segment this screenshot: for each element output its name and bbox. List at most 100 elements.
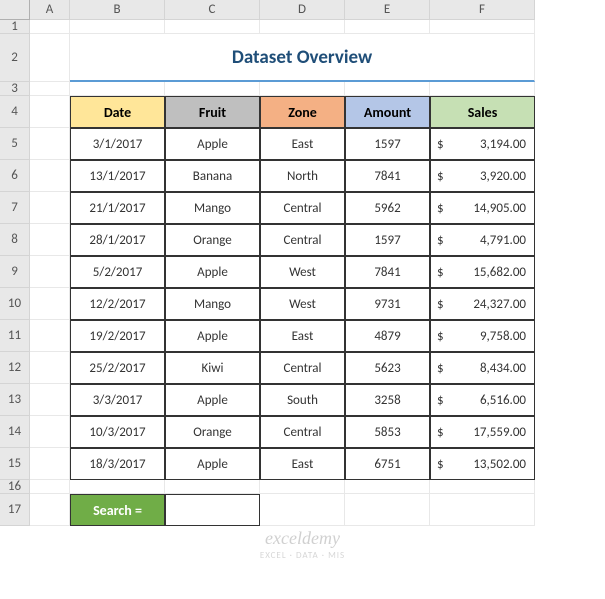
row-header[interactable]: 12 xyxy=(0,352,30,384)
cell-zone[interactable]: West xyxy=(260,256,345,288)
row-header[interactable]: 15 xyxy=(0,448,30,480)
empty-cell[interactable] xyxy=(260,494,345,526)
empty-cell[interactable] xyxy=(30,416,70,448)
empty-cell[interactable] xyxy=(345,494,430,526)
empty-cell[interactable] xyxy=(430,494,535,526)
row-header[interactable]: 3 xyxy=(0,82,30,96)
cell-sales[interactable]: $13,502.00 xyxy=(430,448,535,480)
row-header[interactable]: 1 xyxy=(0,20,30,34)
row-header[interactable]: 13 xyxy=(0,384,30,416)
cell-sales[interactable]: $15,682.00 xyxy=(430,256,535,288)
cell-amount[interactable]: 1597 xyxy=(345,224,430,256)
empty-cell[interactable] xyxy=(30,192,70,224)
cell-sales[interactable]: $3,194.00 xyxy=(430,128,535,160)
cell-date[interactable]: 19/2/2017 xyxy=(70,320,165,352)
cell-fruit[interactable]: Apple xyxy=(165,256,260,288)
table-header-amount[interactable]: Amount xyxy=(345,96,430,128)
row-header[interactable]: 6 xyxy=(0,160,30,192)
empty-cell[interactable] xyxy=(30,320,70,352)
cell-date[interactable]: 3/3/2017 xyxy=(70,384,165,416)
empty-cell[interactable] xyxy=(345,480,430,494)
cell-zone[interactable]: Central xyxy=(260,224,345,256)
empty-cell[interactable] xyxy=(30,96,70,128)
row-header[interactable]: 5 xyxy=(0,128,30,160)
empty-cell[interactable] xyxy=(30,160,70,192)
column-header[interactable]: F xyxy=(430,0,535,20)
cell-date[interactable]: 5/2/2017 xyxy=(70,256,165,288)
column-header[interactable]: B xyxy=(70,0,165,20)
empty-cell[interactable] xyxy=(430,82,535,96)
cell-sales[interactable]: $6,516.00 xyxy=(430,384,535,416)
empty-cell[interactable] xyxy=(30,128,70,160)
empty-cell[interactable] xyxy=(165,82,260,96)
empty-cell[interactable] xyxy=(30,384,70,416)
column-header[interactable]: D xyxy=(260,0,345,20)
empty-cell[interactable] xyxy=(30,448,70,480)
empty-cell[interactable] xyxy=(30,34,70,82)
cell-amount[interactable]: 5853 xyxy=(345,416,430,448)
cell-sales[interactable]: $24,327.00 xyxy=(430,288,535,320)
cell-fruit[interactable]: Orange xyxy=(165,416,260,448)
empty-cell[interactable] xyxy=(30,288,70,320)
cell-zone[interactable]: East xyxy=(260,320,345,352)
cell-fruit[interactable]: Mango xyxy=(165,192,260,224)
empty-cell[interactable] xyxy=(30,82,70,96)
cell-sales[interactable]: $9,758.00 xyxy=(430,320,535,352)
cell-amount[interactable]: 7841 xyxy=(345,160,430,192)
empty-cell[interactable] xyxy=(30,480,70,494)
cell-zone[interactable]: South xyxy=(260,384,345,416)
row-header[interactable]: 2 xyxy=(0,34,30,82)
empty-cell[interactable] xyxy=(30,352,70,384)
cell-fruit[interactable]: Apple xyxy=(165,320,260,352)
cell-fruit[interactable]: Orange xyxy=(165,224,260,256)
cell-amount[interactable]: 1597 xyxy=(345,128,430,160)
select-all-corner[interactable] xyxy=(0,0,30,20)
empty-cell[interactable] xyxy=(345,20,430,34)
table-header-fruit[interactable]: Fruit xyxy=(165,96,260,128)
cell-amount[interactable]: 7841 xyxy=(345,256,430,288)
cell-fruit[interactable]: Banana xyxy=(165,160,260,192)
cell-date[interactable]: 12/2/2017 xyxy=(70,288,165,320)
row-header[interactable]: 9 xyxy=(0,256,30,288)
cell-amount[interactable]: 3258 xyxy=(345,384,430,416)
cell-date[interactable]: 18/3/2017 xyxy=(70,448,165,480)
cell-amount[interactable]: 5962 xyxy=(345,192,430,224)
cell-zone[interactable]: Central xyxy=(260,352,345,384)
cell-sales[interactable]: $3,920.00 xyxy=(430,160,535,192)
empty-cell[interactable] xyxy=(30,494,70,526)
empty-cell[interactable] xyxy=(165,20,260,34)
row-header[interactable]: 8 xyxy=(0,224,30,256)
row-header[interactable]: 11 xyxy=(0,320,30,352)
cell-date[interactable]: 25/2/2017 xyxy=(70,352,165,384)
cell-fruit[interactable]: Kiwi xyxy=(165,352,260,384)
column-header[interactable]: A xyxy=(30,0,70,20)
row-header[interactable]: 7 xyxy=(0,192,30,224)
cell-zone[interactable]: East xyxy=(260,448,345,480)
empty-cell[interactable] xyxy=(70,480,165,494)
cell-date[interactable]: 21/1/2017 xyxy=(70,192,165,224)
table-header-sales[interactable]: Sales xyxy=(430,96,535,128)
row-header[interactable]: 14 xyxy=(0,416,30,448)
cell-fruit[interactable]: Apple xyxy=(165,128,260,160)
empty-cell[interactable] xyxy=(345,82,430,96)
cell-fruit[interactable]: Mango xyxy=(165,288,260,320)
empty-cell[interactable] xyxy=(430,20,535,34)
cell-amount[interactable]: 6751 xyxy=(345,448,430,480)
cell-sales[interactable]: $17,559.00 xyxy=(430,416,535,448)
cell-date[interactable]: 10/3/2017 xyxy=(70,416,165,448)
empty-cell[interactable] xyxy=(260,20,345,34)
cell-zone[interactable]: East xyxy=(260,128,345,160)
cell-date[interactable]: 28/1/2017 xyxy=(70,224,165,256)
row-header[interactable]: 16 xyxy=(0,480,30,494)
table-header-zone[interactable]: Zone xyxy=(260,96,345,128)
cell-sales[interactable]: $8,434.00 xyxy=(430,352,535,384)
cell-sales[interactable]: $14,905.00 xyxy=(430,192,535,224)
cell-amount[interactable]: 5623 xyxy=(345,352,430,384)
cell-date[interactable]: 13/1/2017 xyxy=(70,160,165,192)
cell-sales[interactable]: $4,791.00 xyxy=(430,224,535,256)
cell-date[interactable]: 3/1/2017 xyxy=(70,128,165,160)
empty-cell[interactable] xyxy=(430,480,535,494)
row-header[interactable]: 17 xyxy=(0,494,30,526)
empty-cell[interactable] xyxy=(70,20,165,34)
row-header[interactable]: 4 xyxy=(0,96,30,128)
